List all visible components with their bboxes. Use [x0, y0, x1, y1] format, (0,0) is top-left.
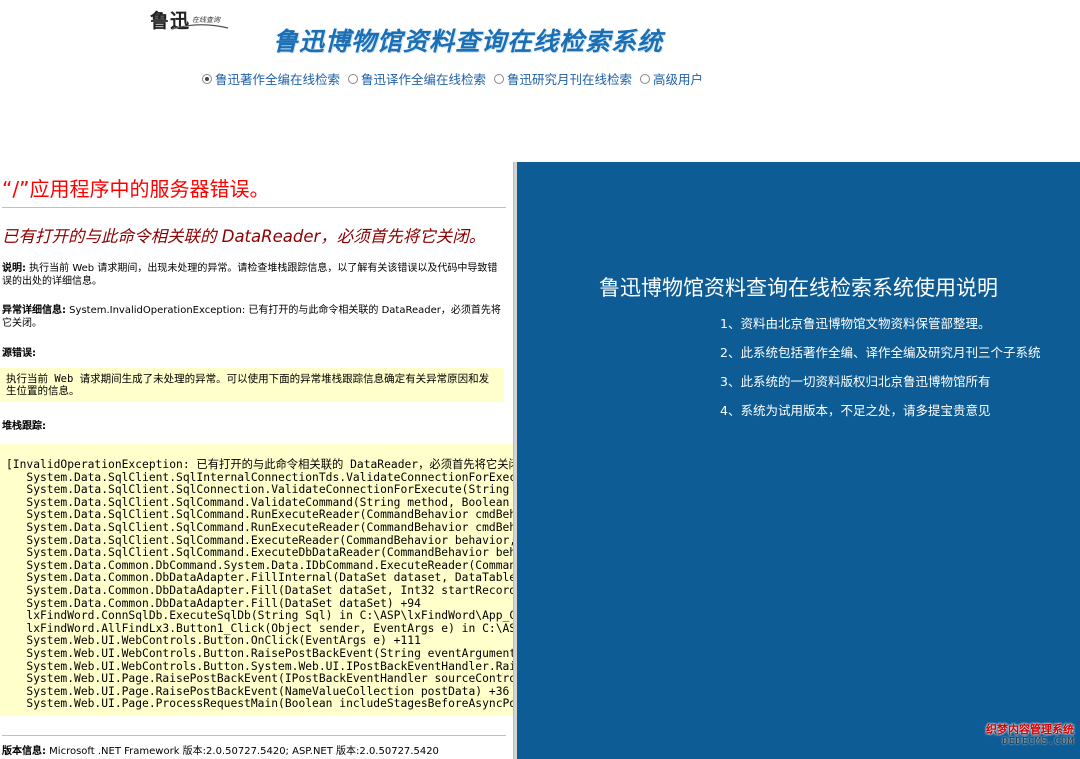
version-text: Microsoft .NET Framework 版本:2.0.50727.54…: [46, 746, 439, 757]
error-message: 已有打开的与此命令相关联的 DataReader，必须首先将它关闭。: [2, 227, 486, 246]
stack-trace-line: System.Data.Common.DbDataAdapter.Fill(Da…: [26, 583, 513, 597]
mode-option-label: 鲁迅研究月刊在线检索: [507, 72, 633, 87]
radio-button[interactable]: [348, 73, 359, 84]
site-title: 鲁迅博物馆资料查询在线检索系统: [272, 27, 663, 56]
stack-trace-line: System.Web.UI.Page.ProcessRequestMain(Bo…: [26, 697, 513, 711]
source-error-label: 源错误:: [2, 348, 36, 359]
mode-option-monthly[interactable]: 鲁迅研究月刊在线检索: [494, 69, 632, 88]
server-error-frame[interactable]: “/”应用程序中的服务器错误。 已有打开的与此命令相关联的 DataReader…: [0, 162, 513, 759]
usage-info-item: 3、此系统的一切资料版权归北京鲁迅博物馆所有: [720, 374, 991, 389]
watermark: 织梦内容管理系统 DEDECMS.COM: [968, 724, 1074, 748]
error-description: 说明: 执行当前 Web 请求期间，出现未处理的异常。请检查堆栈跟踪信息，以了解…: [2, 262, 506, 288]
stack-trace-line: System.Web.UI.WebControls.Button.RaisePo…: [6, 646, 513, 660]
mode-option-translations[interactable]: 鲁迅译作全编在线检索: [348, 69, 486, 88]
radio-button[interactable]: [494, 73, 505, 84]
usage-info-item: 4、系统为试用版本，不足之处，请多提宝贵意见: [720, 403, 991, 418]
version-info: 版本信息: Microsoft .NET Framework 版本:2.0.50…: [2, 742, 439, 757]
exception-details: 异常详细信息: System.InvalidOperationException…: [2, 304, 506, 330]
watermark-line2: DEDECMS.COM: [1002, 736, 1074, 747]
site-logo: 鲁迅 在线查询: [150, 6, 229, 33]
watermark-line1: 织梦内容管理系统: [986, 723, 1074, 736]
description-label: 说明:: [2, 263, 26, 274]
version-divider: [2, 735, 506, 736]
error-divider: [2, 207, 506, 208]
mode-option-advanced[interactable]: 高级用户: [640, 69, 703, 88]
stack-trace-line: System.Data.SqlClient.SqlConnection.Vali…: [26, 483, 510, 497]
stack-trace-line: System.Data.SqlClient.SqlCommand.RunExec…: [26, 520, 513, 534]
usage-info-item: 2、此系统包括著作全编、译作全编及研究月刊三个子系统: [720, 345, 1041, 360]
radio-button-checked[interactable]: [202, 73, 212, 84]
usage-info-title: 鲁迅博物馆资料查询在线检索系统使用说明: [599, 276, 998, 300]
mode-option-label: 高级用户: [653, 72, 704, 87]
stack-trace-label: 堆栈跟踪:: [2, 421, 46, 432]
mode-option-works[interactable]: 鲁迅著作全编在线检索: [202, 69, 340, 88]
radio-button[interactable]: [640, 73, 651, 84]
error-heading: “/”应用程序中的服务器错误。: [2, 177, 270, 201]
stack-trace-line: lxFindWord.ConnSqlDb.ExecuteSqlDb(String…: [26, 609, 513, 623]
stack-trace-line: [InvalidOperationException: 已有打开的与此命令相关联…: [6, 458, 513, 471]
usage-info-panel: 鲁迅博物馆资料查询在线检索系统使用说明 1、资料由北京鲁迅博物馆文物资料保管部整…: [517, 162, 1080, 759]
version-label: 版本信息:: [2, 746, 46, 757]
stack-trace-line: System.Web.UI.Page.RaisePostBackEvent(IP…: [26, 672, 513, 686]
source-error-box: 执行当前 Web 请求期间生成了未处理的异常。可以使用下面的异常堆栈跟踪信息确定…: [0, 368, 504, 402]
exception-details-text: System.InvalidOperationException: 已有打开的与…: [2, 305, 501, 329]
stack-trace-box: [InvalidOperationException: 已有打开的与此命令相关联…: [0, 444, 513, 716]
description-text: 执行当前 Web 请求期间，出现未处理的异常。请检查堆栈跟踪信息，以了解有关该错…: [2, 263, 498, 287]
usage-info-list: 1、资料由北京鲁迅博物馆文物资料保管部整理。 2、此系统包括著作全编、译作全编及…: [720, 313, 1040, 429]
logo-swoosh-icon: [171, 24, 229, 30]
search-mode-group: 鲁迅著作全编在线检索 鲁迅译作全编在线检索 鲁迅研究月刊在线检索 高级用户: [202, 69, 705, 88]
usage-info-item: 1、资料由北京鲁迅博物馆文物资料保管部整理。: [720, 316, 991, 331]
mode-option-label: 鲁迅著作全编在线检索: [215, 72, 341, 87]
mode-option-label: 鲁迅译作全编在线检索: [361, 72, 487, 87]
exception-details-label: 异常详细信息:: [2, 305, 66, 316]
stack-trace-line: System.Data.SqlClient.SqlCommand.Execute…: [6, 546, 513, 560]
